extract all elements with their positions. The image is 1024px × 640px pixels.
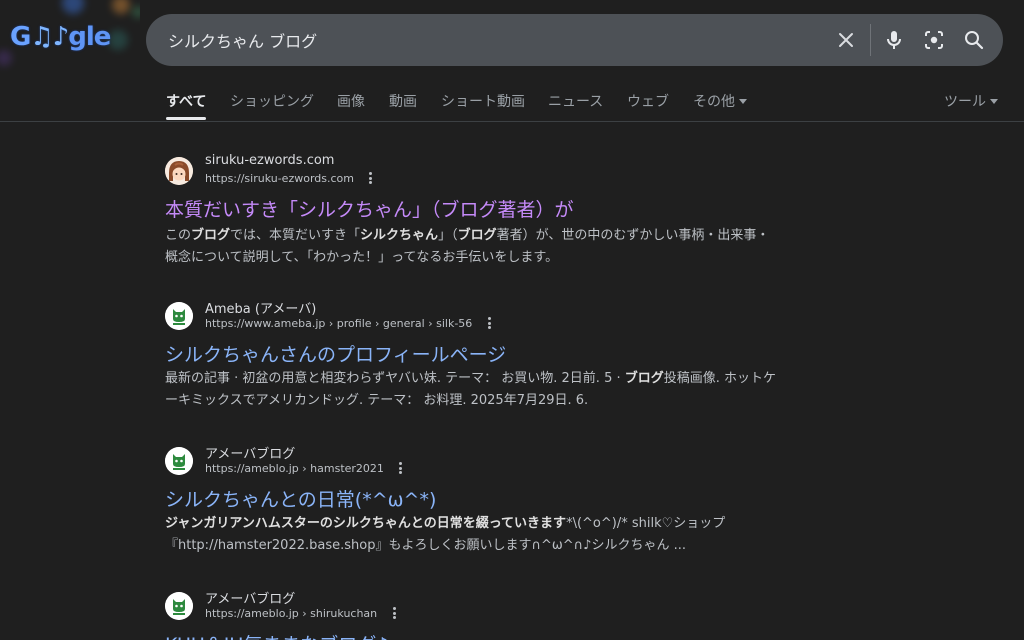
more-options-icon[interactable] (369, 172, 373, 184)
result-title-link[interactable]: KUU＆JU気ままなブログ♪ (165, 630, 388, 640)
more-options-icon[interactable] (392, 607, 397, 619)
snippet-line: 『http://hamster2022.base.shop』もよろしくお願いしま… (165, 538, 686, 553)
snippet-bold: ジャンガリアンハムスターのシルクちゃんとの日常を綴っていきます (165, 516, 567, 531)
result-snippet: 最新の記事 · 初盆の用意と相変わらずヤバい妹. テーマ： お買い物. 2日前.… (165, 368, 825, 412)
search-result: siruku-ezwords.com https://siruku-ezword… (165, 153, 845, 273)
site-url[interactable]: https://www.ameba.jp › profile › general… (205, 317, 492, 330)
site-url-text: https://siruku-ezwords.com (205, 172, 354, 185)
tab-short-videos[interactable]: ショート動画 (441, 91, 525, 111)
site-url-text: https://www.ameba.jp › profile › general… (205, 317, 473, 330)
header: G♫♪gle シルクちゃん ブログ (0, 0, 1024, 80)
snippet-line: このブログでは、本質だいすき「シルクちゃん」（ブログ著者）が、世の中のむずかしい… (165, 228, 770, 243)
chevron-down-icon (739, 99, 747, 104)
tab-images[interactable]: 画像 (337, 91, 365, 111)
tab-videos[interactable]: 動画 (389, 91, 417, 111)
result-title-link[interactable]: シルクちゃんとの日常(*^ω^*) (165, 485, 436, 512)
snippet-line: 最新の記事 · 初盆の用意と相変わらずヤバい妹. テーマ： お買い物. 2日前.… (165, 371, 777, 386)
active-tab-indicator (166, 117, 206, 120)
logo-text: G♫♪gle (10, 22, 111, 52)
more-options-icon[interactable] (399, 462, 403, 474)
snippet-line: ジャンガリアンハムスターのシルクちゃんとの日常を綴っていきます*\(^o^)/*… (165, 513, 825, 535)
search-results-page: G♫♪gle シルクちゃん ブログ すべて ショッピング 画像 動画 ショート動… (0, 0, 1024, 640)
search-result: アメーバブログ https://ameblo.jp › hamster2021 … (165, 443, 845, 563)
snippet-line: ーキミックスでアメリカンドッグ. テーマ： お料理. 2025年7月29日. 6… (165, 393, 589, 408)
result-snippet: このブログでは、本質だいすき「シルクちゃん」（ブログ著者）が、世の中のむずかしい… (165, 225, 825, 269)
tab-all[interactable]: すべて (166, 91, 206, 111)
ameba-favicon-icon (165, 592, 193, 620)
search-tabs: すべて ショッピング 画像 動画 ショート動画 ニュース ウェブ その他 ツール (0, 80, 1024, 122)
search-divider (870, 24, 871, 56)
lens-camera-icon[interactable] (922, 28, 946, 52)
chevron-down-icon (990, 99, 998, 104)
site-name: アメーバブログ (205, 592, 296, 607)
tab-web[interactable]: ウェブ (627, 91, 669, 111)
site-url[interactable]: https://siruku-ezwords.com (205, 172, 373, 185)
tab-shopping[interactable]: ショッピング (230, 91, 314, 111)
search-input[interactable]: シルクちゃん ブログ (168, 28, 317, 52)
site-url-text: https://ameblo.jp › hamster2021 (205, 462, 384, 475)
microphone-icon[interactable] (882, 28, 906, 52)
search-icon[interactable] (962, 28, 986, 52)
ameba-favicon-icon (165, 302, 193, 330)
site-favicon-avatar (165, 157, 193, 185)
result-title-link[interactable]: シルクちゃんさんのプロフィールページ (165, 340, 506, 367)
tools-label: ツール (944, 94, 986, 110)
tab-news[interactable]: ニュース (548, 91, 603, 111)
result-snippet: ジャンガリアンハムスターのシルクちゃんとの日常を綴っていきます*\(^o^)/*… (165, 513, 825, 557)
more-options-icon[interactable] (487, 317, 492, 329)
site-name: siruku-ezwords.com (205, 153, 335, 168)
tools-button[interactable]: ツール (944, 91, 998, 111)
search-box[interactable]: シルクちゃん ブログ (146, 14, 1003, 66)
tabs-divider (0, 121, 1024, 122)
tab-more[interactable]: その他 (693, 91, 747, 111)
site-url[interactable]: https://ameblo.jp › shirukuchan (205, 607, 397, 620)
snippet-line: 概念について説明して、「わかった！」ってなるお手伝いをします。 (165, 250, 559, 265)
clear-icon[interactable] (834, 28, 858, 52)
site-url-text: https://ameblo.jp › shirukuchan (205, 607, 378, 620)
site-url[interactable]: https://ameblo.jp › hamster2021 (205, 462, 403, 475)
site-name: アメーバブログ (205, 447, 296, 462)
ameba-favicon-icon (165, 447, 193, 475)
google-doodle-logo[interactable]: G♫♪gle (0, 0, 140, 80)
search-result: Ameba (アメーバ) https://www.ameba.jp › prof… (165, 298, 845, 418)
site-name: Ameba (アメーバ) (205, 302, 317, 317)
result-title-link[interactable]: 本質だいすき「シルクちゃん」（ブログ著者）が (165, 195, 574, 222)
snippet-rest: *\(^o^)/* shilk♡ショップ (566, 516, 726, 531)
tab-more-label: その他 (693, 94, 735, 110)
search-result: アメーバブログ https://ameblo.jp › shirukuchan … (165, 588, 845, 640)
